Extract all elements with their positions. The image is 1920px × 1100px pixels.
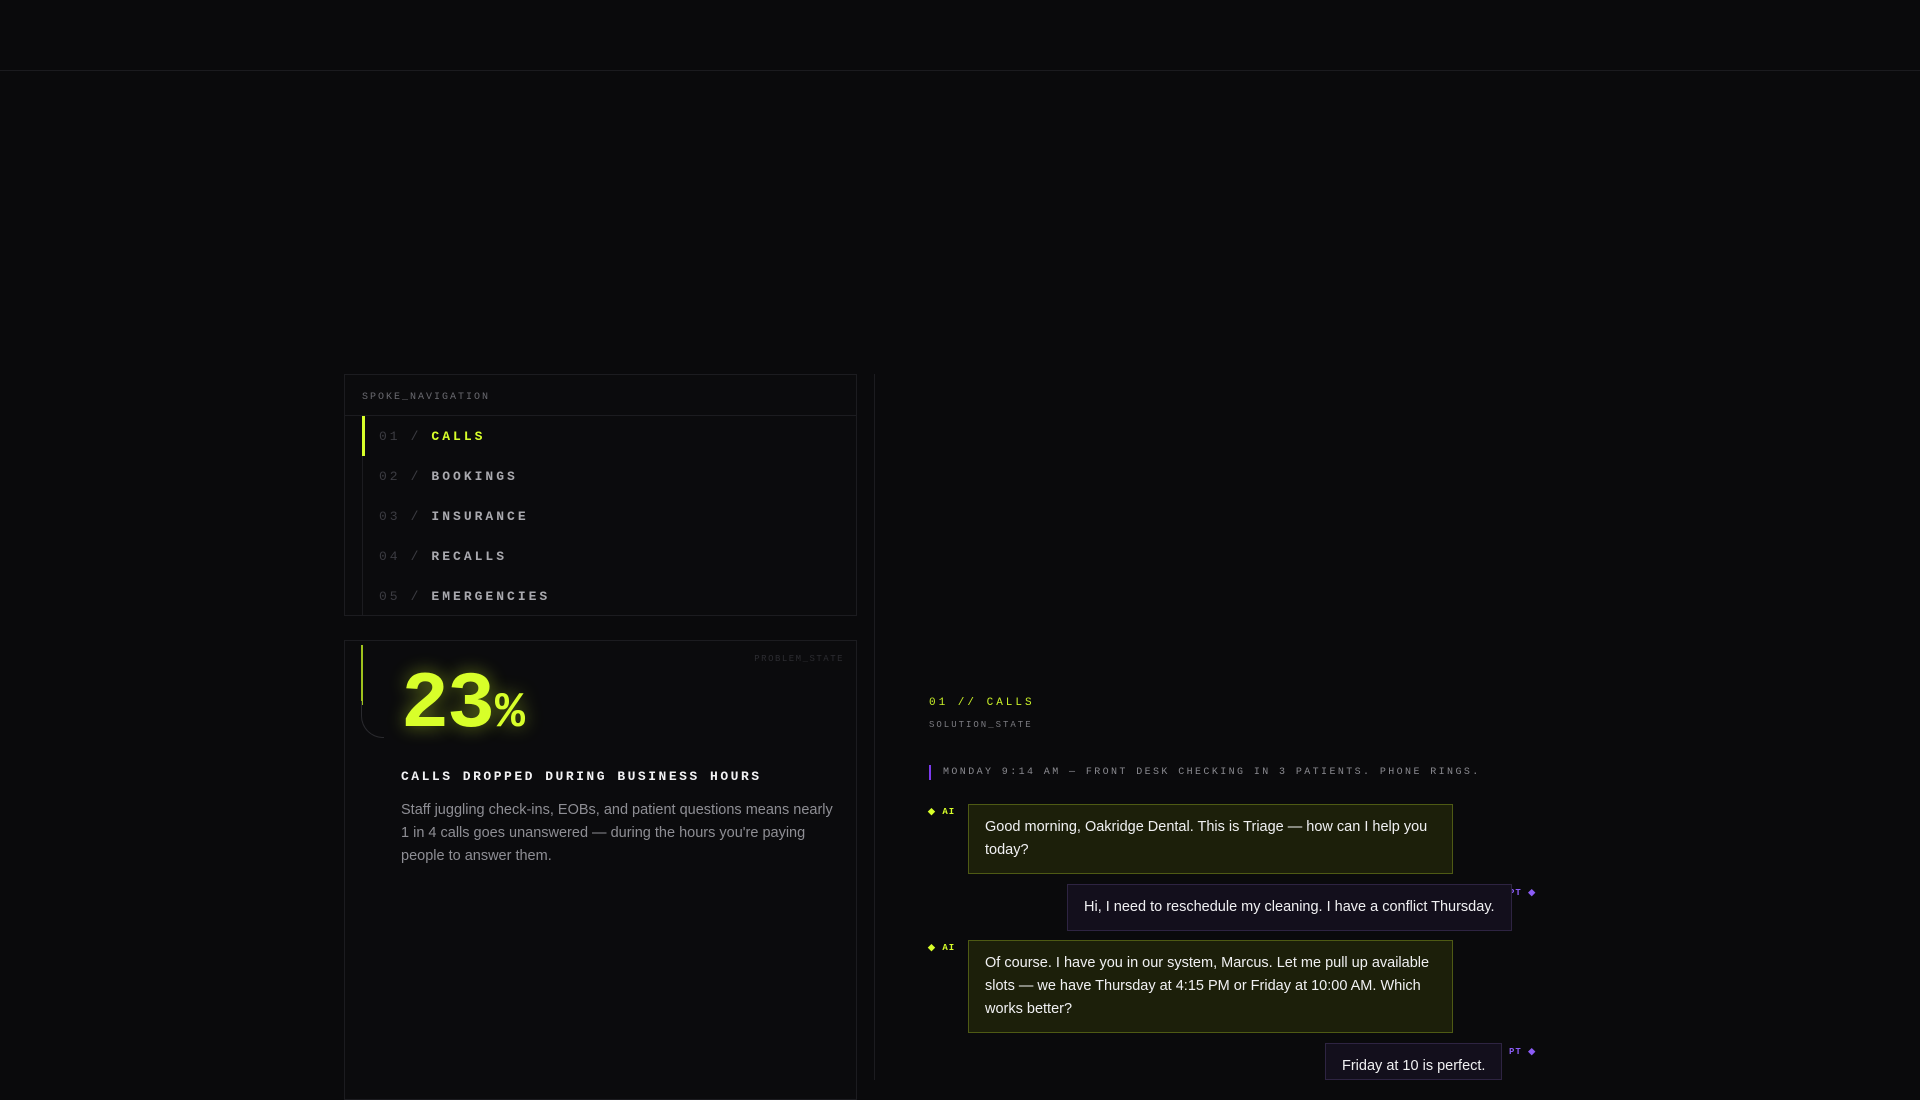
nav-item-label: BOOKINGS	[431, 468, 518, 484]
nav-item-separator: /	[410, 468, 422, 484]
pt-speaker-label: PT ◆	[1509, 1047, 1537, 1057]
nav-item-separator: /	[410, 588, 422, 604]
section-kicker: 01 // CALLS	[929, 697, 1035, 709]
accent-line	[361, 645, 363, 705]
solution-state-label: SOLUTION_STATE	[929, 720, 1033, 730]
ai-speaker-label: ◆ AI	[928, 807, 956, 817]
chat-message-text: Friday at 10 is perfect.	[1342, 1058, 1486, 1074]
nav-item-calls[interactable]: 01 / CALLS	[362, 416, 856, 456]
chat-bubble-patient: Friday at 10 is perfect.	[1325, 1043, 1503, 1080]
stat-value: 23	[401, 660, 495, 751]
nav-item-bookings[interactable]: 02 / BOOKINGS	[363, 456, 856, 496]
stat-unit: %	[495, 685, 526, 742]
problem-state-tag: PROBLEM_STATE	[754, 654, 844, 664]
chat-message-text: Good morning, Oakridge Dental. This is T…	[985, 819, 1428, 858]
nav-item-emergencies[interactable]: 05 / EMERGENCIES	[363, 576, 856, 616]
nav-item-label: CALLS	[431, 428, 486, 444]
accent-curve	[361, 701, 384, 738]
nav-item-separator: /	[410, 508, 422, 524]
chat-message-text: Of course. I have you in our system, Mar…	[985, 955, 1430, 1017]
nav-item-number: 05	[379, 588, 401, 604]
chat-bubble-ai: Of course. I have you in our system, Mar…	[968, 940, 1453, 1033]
nav-item-label: EMERGENCIES	[431, 588, 551, 604]
nav-item-number: 02	[379, 468, 401, 484]
nav-item-number: 04	[379, 548, 401, 564]
stat-figure: 23 %	[401, 661, 525, 751]
chat-bubble-patient: Hi, I need to reschedule my cleaning. I …	[1067, 884, 1512, 931]
chat-bubble-ai: Good morning, Oakridge Dental. This is T…	[968, 804, 1453, 874]
problem-card: PROBLEM_STATE 23 % CALLS DROPPED DURING …	[344, 640, 857, 1100]
ai-speaker-label: ◆ AI	[928, 943, 956, 953]
stat-label: CALLS DROPPED DURING BUSINESS HOURS	[401, 769, 762, 784]
nav-item-separator: /	[410, 548, 422, 564]
pt-speaker-label: PT ◆	[1509, 888, 1537, 898]
chat-message-text: Hi, I need to reschedule my cleaning. I …	[1084, 899, 1495, 915]
nav-header: SPOKE_NAVIGATION	[345, 375, 856, 416]
nav-item-label: RECALLS	[431, 548, 508, 564]
stat-description: Staff juggling check-ins, EOBs, and pati…	[401, 802, 833, 864]
nav-item-label: INSURANCE	[431, 508, 529, 524]
scene-description: MONDAY 9:14 AM — FRONT DESK CHECKING IN …	[929, 765, 1481, 780]
nav-list: 01 / CALLS 02 / BOOKINGS 03 / INSURANCE …	[362, 416, 856, 616]
nav-item-insurance[interactable]: 03 / INSURANCE	[363, 496, 856, 536]
nav-item-number: 03	[379, 508, 401, 524]
column-divider	[874, 374, 875, 1080]
nav-item-separator: /	[410, 428, 422, 444]
nav-item-recalls[interactable]: 04 / RECALLS	[363, 536, 856, 576]
top-bar	[0, 0, 1920, 71]
nav-item-number: 01	[379, 428, 401, 444]
spoke-navigation-panel: SPOKE_NAVIGATION 01 / CALLS 02 / BOOKING…	[344, 374, 857, 616]
